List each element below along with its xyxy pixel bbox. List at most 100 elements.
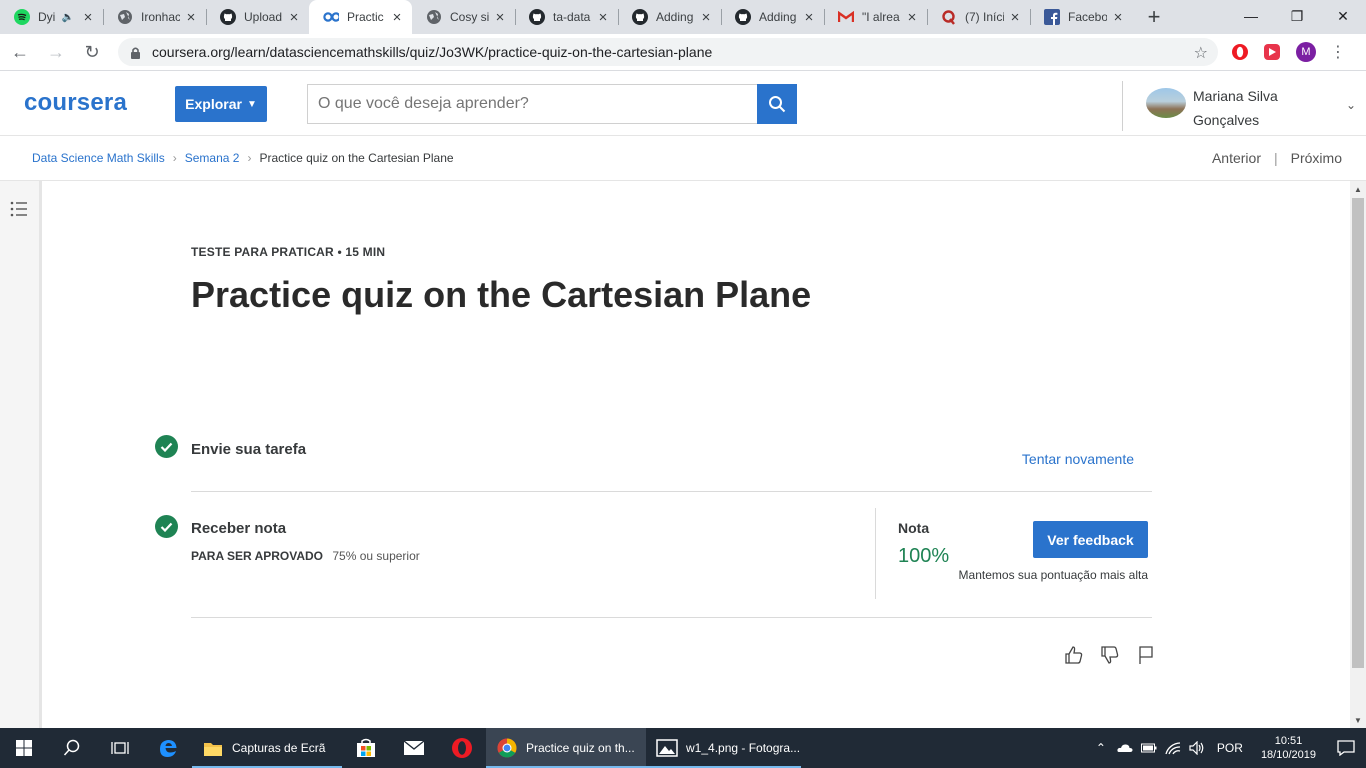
page-scrollbar[interactable]: ▲ ▼ [1350, 181, 1366, 728]
bookmark-star-icon[interactable]: ☆ [1194, 43, 1208, 63]
minimize-icon[interactable]: — [1228, 0, 1274, 32]
flag-icon[interactable] [1128, 645, 1164, 665]
wifi-icon[interactable] [1161, 741, 1185, 755]
grade-step-label: Receber nota [191, 520, 287, 537]
task-view-icon[interactable] [96, 728, 144, 768]
taskbar-app-label: Capturas de Ecrã [232, 741, 326, 755]
speaker-icon[interactable]: 🔈 [62, 12, 74, 23]
back-icon[interactable]: ← [4, 36, 36, 68]
browser-tab[interactable]: "I alrea × [824, 0, 927, 34]
battery-icon[interactable] [1137, 743, 1161, 753]
forward-icon[interactable]: → [40, 36, 72, 68]
close-tab-icon[interactable]: × [1004, 9, 1026, 26]
browser-tab[interactable]: Dyi 🔈 × [0, 0, 103, 34]
browser-profile-avatar[interactable]: M [1296, 42, 1316, 62]
volume-icon[interactable] [1185, 741, 1209, 755]
chevron-down-icon[interactable]: ⌄ [1346, 98, 1356, 112]
breadcrumb-week[interactable]: Semana 2 [185, 151, 240, 165]
close-tab-icon[interactable]: × [386, 9, 408, 26]
browser-tab[interactable]: (7) Iníci × [927, 0, 1030, 34]
chevron-right-icon: › [172, 151, 177, 165]
item-type-label: TESTE PARA PRATICAR • 15 MIN [191, 245, 386, 259]
notifications-icon[interactable] [1326, 740, 1366, 756]
close-tab-icon[interactable]: × [592, 9, 614, 26]
edge-icon[interactable] [144, 728, 192, 768]
close-tab-icon[interactable]: × [695, 9, 717, 26]
taskbar-app[interactable]: w1_4.png - Fotogra... [646, 728, 801, 768]
github-icon [632, 9, 648, 25]
close-window-icon[interactable]: ✕ [1320, 0, 1366, 32]
close-tab-icon[interactable]: × [77, 9, 99, 26]
user-name: Mariana Silva Gonçalves [1193, 88, 1278, 128]
media-extension-icon[interactable] [1262, 42, 1282, 62]
search-icon [769, 96, 786, 113]
photos-icon [656, 737, 678, 759]
item-navigation: Anterior | Próximo [1212, 150, 1342, 166]
search-button[interactable] [757, 84, 797, 124]
explore-button[interactable]: Explorar ▼ [175, 86, 267, 122]
restore-icon[interactable]: ❐ [1274, 0, 1320, 32]
new-tab-button[interactable]: + [1137, 0, 1171, 34]
close-tab-icon[interactable]: × [901, 9, 923, 26]
gmail-icon [838, 9, 854, 25]
submit-step-label: Envie sua tarefa [191, 441, 307, 458]
scroll-down-icon[interactable]: ▼ [1350, 712, 1366, 728]
thumbs-down-icon[interactable] [1092, 645, 1128, 665]
scroll-thumb[interactable] [1352, 198, 1364, 668]
search-input[interactable] [307, 84, 758, 124]
tab-title: Practic [347, 10, 384, 24]
scroll-up-icon[interactable]: ▲ [1350, 181, 1366, 197]
close-tab-icon[interactable]: × [489, 9, 511, 26]
search-icon[interactable] [48, 728, 96, 768]
browser-menu-icon[interactable]: ⋮ [1330, 42, 1346, 62]
user-menu[interactable]: Mariana Silva Gonçalves ⌄ [1146, 84, 1356, 128]
grade-value: 100% [898, 545, 950, 567]
thumbs-up-icon[interactable] [1056, 645, 1092, 665]
taskbar-app-active[interactable]: Practice quiz on th... [486, 728, 646, 768]
breadcrumb-course[interactable]: Data Science Math Skills [32, 151, 165, 165]
chevron-up-icon[interactable]: ⌃ [1089, 741, 1113, 755]
language-indicator[interactable]: POR [1217, 741, 1243, 755]
reload-icon[interactable]: ↻ [76, 36, 108, 68]
taskbar-app[interactable]: Capturas de Ecrã [192, 728, 342, 768]
close-tab-icon[interactable]: × [283, 9, 305, 26]
opera-extension-icon[interactable] [1230, 42, 1250, 62]
browser-tab[interactable]: Upload × [206, 0, 309, 34]
github-icon [220, 9, 236, 25]
divider [191, 617, 1152, 618]
close-tab-icon[interactable]: × [180, 9, 202, 26]
next-link[interactable]: Próximo [1291, 150, 1342, 166]
divider [191, 491, 1152, 492]
close-tab-icon[interactable]: × [1107, 9, 1129, 26]
github-icon [735, 9, 751, 25]
address-bar[interactable]: coursera.org/learn/datasciencemathskills… [118, 38, 1218, 66]
browser-tab[interactable]: Cosy si × [412, 0, 515, 34]
browser-tab[interactable]: Adding × [618, 0, 721, 34]
clock[interactable]: 10:51 18/10/2019 [1261, 734, 1316, 762]
browser-tab[interactable]: Ironhac × [103, 0, 206, 34]
taskbar-app-label: Practice quiz on th... [526, 741, 635, 755]
tab-title: Ironhac [141, 10, 180, 24]
mail-icon[interactable] [390, 728, 438, 768]
grade-note: Mantemos sua pontuação mais alta [958, 568, 1148, 582]
page-title: Practice quiz on the Cartesian Plane [191, 274, 812, 315]
browser-tab[interactable]: ta-data × [515, 0, 618, 34]
browser-tab[interactable]: Facebo × [1030, 0, 1133, 34]
browser-tab-active[interactable]: Practic × [309, 0, 412, 34]
retry-link[interactable]: Tentar novamente [1022, 451, 1134, 467]
coursera-logo[interactable]: coursera [24, 89, 127, 117]
onedrive-icon[interactable] [1113, 743, 1137, 753]
windows-taskbar: Capturas de Ecrã Practice quiz on th... … [0, 728, 1366, 768]
previous-link[interactable]: Anterior [1212, 150, 1261, 166]
tab-title: "I alrea [862, 10, 900, 24]
tab-title: ta-data [553, 10, 591, 24]
quiz-content: TESTE PARA PRATICAR • 15 MIN Practice qu… [42, 181, 1350, 728]
browser-tab[interactable]: Adding × [721, 0, 824, 34]
close-tab-icon[interactable]: × [798, 9, 820, 26]
opera-icon[interactable] [438, 728, 486, 768]
facebook-icon [1044, 9, 1060, 25]
windows-start-icon[interactable] [0, 728, 48, 768]
store-icon[interactable] [342, 728, 390, 768]
outline-menu-icon[interactable] [10, 201, 28, 217]
view-feedback-button[interactable]: Ver feedback [1033, 521, 1148, 558]
